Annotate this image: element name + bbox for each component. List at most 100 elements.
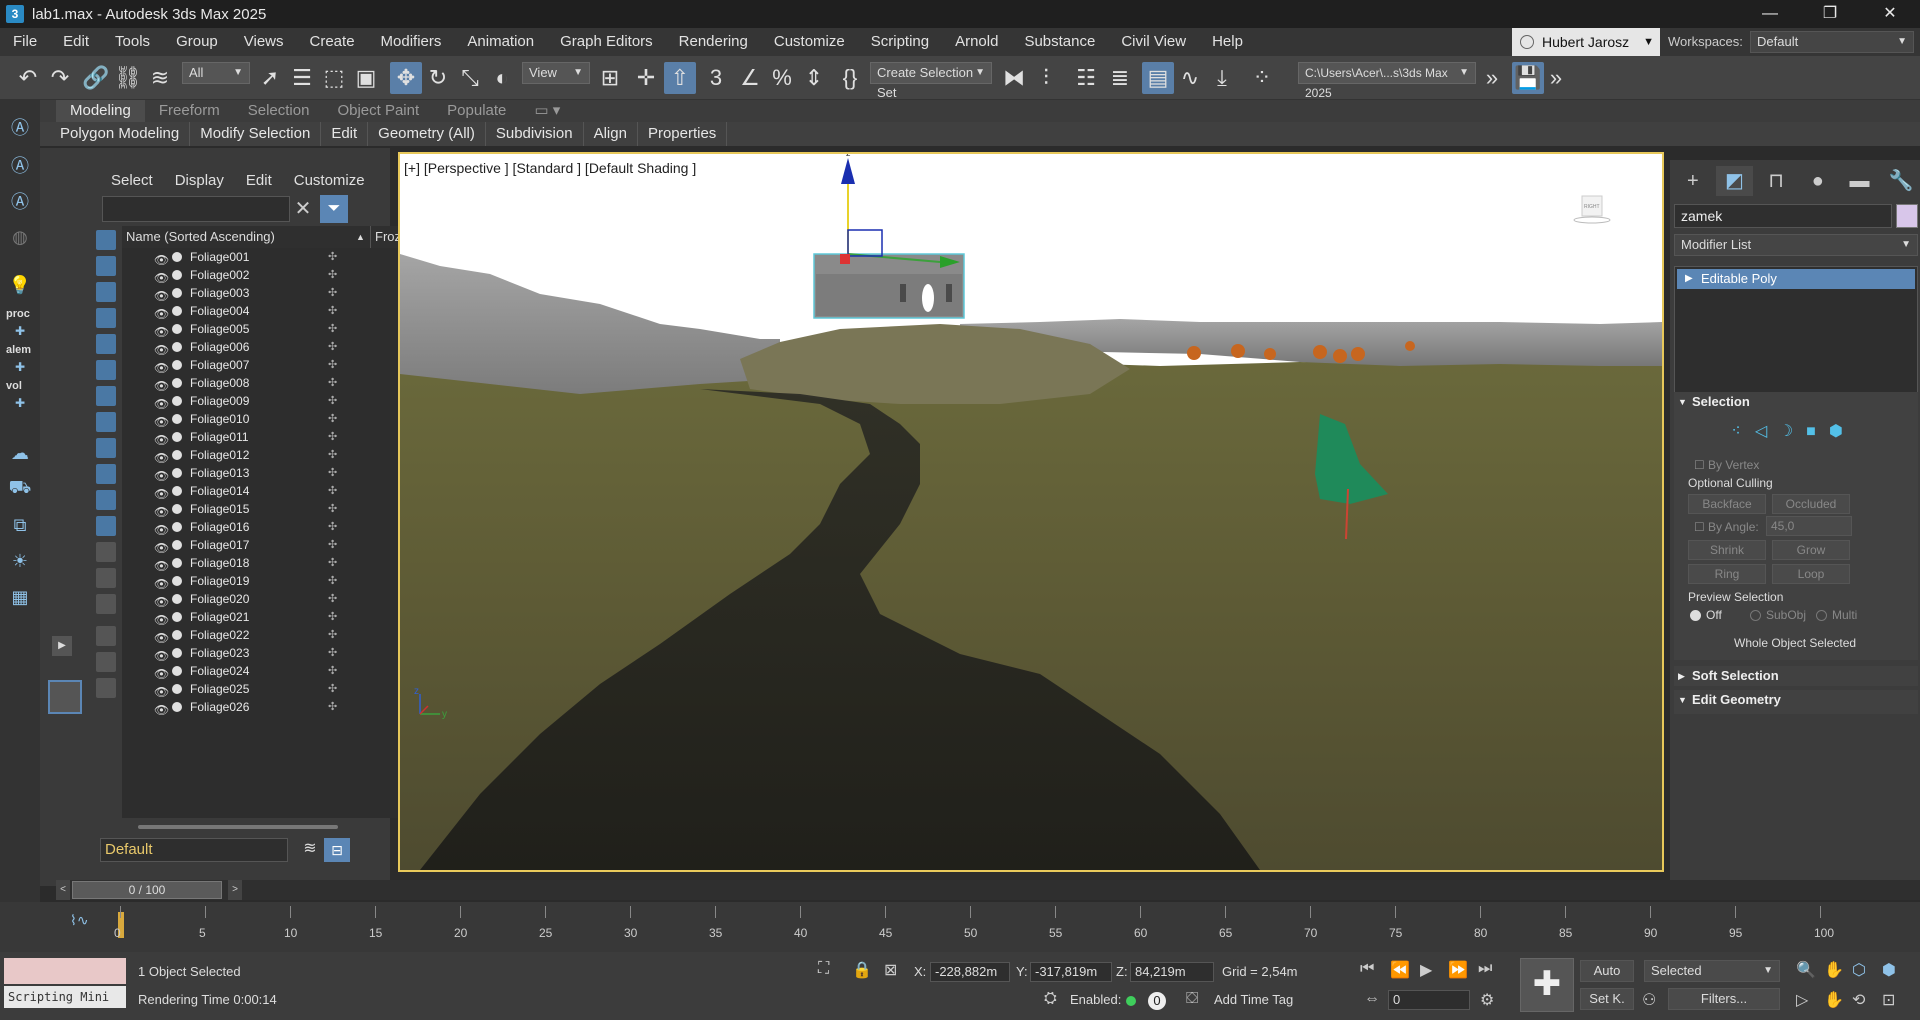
display-helpers-icon[interactable]	[96, 334, 116, 354]
select-and-place-icon[interactable]: ◐	[486, 62, 518, 94]
list-item[interactable]: 👁 Foliage006 ✣	[122, 338, 400, 357]
freeze-toggle-icon[interactable]: ✣	[328, 680, 337, 698]
viewcube[interactable]: RIGHT	[1572, 194, 1612, 224]
link-icon[interactable]: 🔗	[80, 62, 112, 94]
explorer-menu-customize[interactable]: Customize	[283, 170, 376, 192]
display-space-warps-icon[interactable]	[96, 360, 116, 380]
display-invert-icon[interactable]	[96, 594, 116, 614]
object-color-swatch[interactable]	[1896, 204, 1918, 228]
maximize-viewport-icon[interactable]: ⊡	[1882, 990, 1895, 1010]
list-item[interactable]: 👁 Foliage010 ✣	[122, 410, 400, 429]
edit-named-selection-icon[interactable]: {}	[834, 62, 866, 94]
maxscript-mini-input[interactable]: Scripting Mini	[4, 986, 126, 1008]
menu-file[interactable]: File	[0, 28, 50, 56]
project-folder-select[interactable]: C:\Users\Acer\...s\3ds Max 2025 ▼	[1298, 62, 1476, 100]
explorer-menu-edit[interactable]: Edit	[235, 170, 283, 192]
angle-snap-icon[interactable]: ∠	[734, 62, 766, 94]
field-of-view-icon[interactable]: ▷	[1796, 990, 1808, 1010]
select-and-rotate-icon[interactable]: ↻	[422, 62, 454, 94]
list-item[interactable]: 👁 Foliage002 ✣	[122, 266, 400, 285]
backface-button[interactable]: Backface	[1688, 494, 1766, 514]
list-item[interactable]: 👁 Foliage026 ✣	[122, 698, 400, 719]
play-icon[interactable]: ▶	[1420, 960, 1432, 980]
lightbulb-icon[interactable]: ☀	[6, 548, 34, 574]
angle-spinner[interactable]: 45,0	[1766, 516, 1852, 536]
go-to-start-icon[interactable]: ⏮	[1360, 960, 1374, 978]
list-item[interactable]: 👁 Foliage024 ✣	[122, 662, 400, 681]
selection-rollout-header[interactable]: ▼ Selection	[1674, 392, 1918, 412]
menu-arnold[interactable]: Arnold	[942, 28, 1011, 56]
set-key-button[interactable]: Set K.	[1580, 988, 1634, 1010]
object-name-field[interactable]: zamek	[1674, 204, 1892, 228]
panel-subdivision[interactable]: Subdivision	[486, 122, 584, 146]
gizmo-center[interactable]	[840, 254, 850, 264]
freeze-toggle-icon[interactable]: ✣	[328, 572, 337, 590]
text-tool-icon[interactable]: Ⓐ	[6, 114, 34, 140]
display-hidden-icon[interactable]	[96, 516, 116, 536]
ring-button[interactable]: Ring	[1688, 564, 1766, 584]
list-item[interactable]: 👁 Foliage020 ✣	[122, 590, 400, 609]
list-item[interactable]: 👁 Foliage025 ✣	[122, 680, 400, 699]
time-slider-thumb[interactable]: 0 / 100	[72, 881, 222, 899]
panel-geometry-all[interactable]: Geometry (All)	[368, 122, 486, 146]
layers-icon[interactable]: ⧉	[6, 512, 34, 538]
menu-group[interactable]: Group	[163, 28, 231, 56]
freeze-toggle-icon[interactable]: ✣	[328, 482, 337, 500]
x-coordinate-field[interactable]: -228,882m	[930, 962, 1010, 982]
workspace-select[interactable]: Default ▼	[1750, 31, 1914, 53]
menu-edit[interactable]: Edit	[50, 28, 102, 56]
frame-ruler[interactable]: 0 5 10 15 20 25 30 35 40 45 50 55 60 65 70 75 80 85 90 95 10…	[114, 906, 1860, 946]
vol-add-icon[interactable]: ✚	[6, 390, 34, 416]
folder-icon[interactable]	[96, 678, 116, 698]
list-item[interactable]: 👁 Foliage003 ✣	[122, 284, 400, 303]
render-icon[interactable]: ⛟	[6, 476, 34, 502]
list-item[interactable]: 👁 Foliage023 ✣	[122, 644, 400, 663]
freeze-toggle-icon[interactable]: ✣	[328, 356, 337, 374]
filter-icon[interactable]: ⏷	[320, 195, 348, 223]
tab-object-paint[interactable]: Object Paint	[323, 100, 433, 122]
freeze-toggle-icon[interactable]: ✣	[328, 248, 337, 266]
viewport-scene[interactable]: z y z	[400, 154, 1662, 870]
display-none-icon[interactable]	[96, 568, 116, 588]
list-item[interactable]: 👁 Foliage016 ✣	[122, 518, 400, 537]
curve-editor-icon[interactable]: ∿	[1174, 62, 1206, 94]
redo-icon[interactable]: ↷	[44, 62, 76, 94]
menu-customize[interactable]: Customize	[761, 28, 858, 56]
go-to-end-icon[interactable]: ⏭	[1478, 960, 1492, 978]
schematic-view-icon[interactable]: ⤓	[1206, 62, 1238, 94]
text-tool-2-icon[interactable]: Ⓐ	[6, 152, 34, 178]
preview-subobj-radio[interactable]	[1750, 610, 1761, 621]
motion-tab-icon[interactable]: ●	[1799, 166, 1837, 196]
text-tool-3-icon[interactable]: Ⓐ	[6, 188, 34, 214]
menu-animation[interactable]: Animation	[454, 28, 547, 56]
key-mode-icon[interactable]: ⇔	[1364, 990, 1380, 1008]
list-item[interactable]: 👁 Foliage017 ✣	[122, 536, 400, 555]
by-angle-checkbox[interactable]: ☐	[1694, 520, 1705, 534]
teapot-icon[interactable]: ◍	[6, 224, 34, 250]
visibility-eye-icon[interactable]: 👁	[154, 701, 169, 719]
list-item[interactable]: 👁 Foliage018 ✣	[122, 554, 400, 573]
create-tab-icon[interactable]: +	[1674, 166, 1712, 196]
vertex-mode-icon[interactable]: ⁖	[1724, 420, 1748, 444]
list-item[interactable]: 👁 Foliage009 ✣	[122, 392, 400, 411]
tab-populate[interactable]: Populate	[433, 100, 520, 122]
layers-toggle-icon[interactable]: ≋	[298, 838, 322, 862]
panel-align[interactable]: Align	[584, 122, 638, 146]
selection-lock-icon[interactable]: 🔒	[852, 960, 872, 980]
list-item[interactable]: 👁 Foliage022 ✣	[122, 626, 400, 645]
freeze-toggle-icon[interactable]: ✣	[328, 590, 337, 608]
freeze-toggle-icon[interactable]: ✣	[328, 392, 337, 410]
freeze-toggle-icon[interactable]: ✣	[328, 500, 337, 518]
list-item[interactable]: 👁 Foliage008 ✣	[122, 374, 400, 393]
restore-button[interactable]: ❐	[1800, 0, 1860, 28]
menu-rendering[interactable]: Rendering	[666, 28, 761, 56]
set-key-icon[interactable]: ✚	[1520, 958, 1574, 1012]
layer-select[interactable]: Default	[100, 838, 288, 862]
menu-tools[interactable]: Tools	[102, 28, 163, 56]
menu-graph-editors[interactable]: Graph Editors	[547, 28, 666, 56]
named-selection-set-select[interactable]: Create Selection Set ▼	[870, 62, 992, 100]
filter-funnel-icon[interactable]	[96, 626, 116, 646]
proc-add-icon[interactable]: ✚	[6, 318, 34, 344]
panel-edit[interactable]: Edit	[321, 122, 369, 146]
list-item[interactable]: 👁 Foliage015 ✣	[122, 500, 400, 519]
